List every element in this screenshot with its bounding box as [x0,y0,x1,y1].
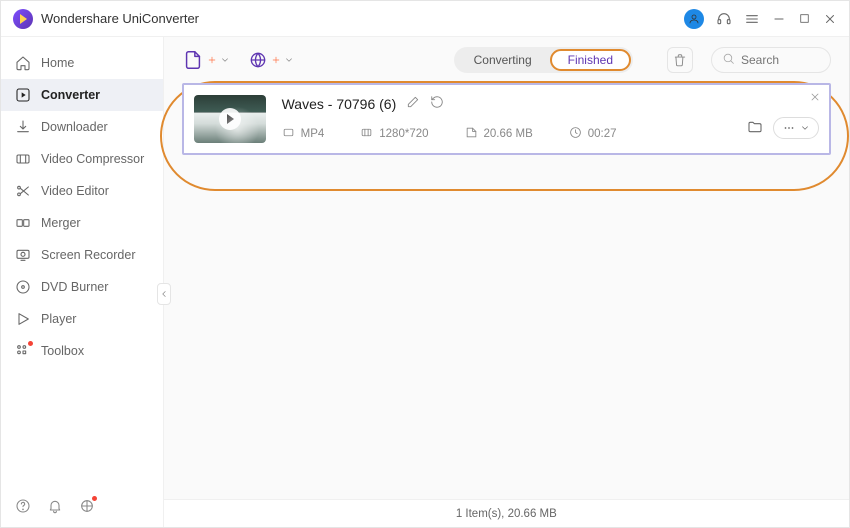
file-size: 20.66 MB [484,128,533,140]
sidebar-item-label: Player [41,312,76,326]
plus-badge-icon [207,53,217,68]
sidebar-item-converter[interactable]: Converter [1,79,163,111]
scissors-icon [15,183,31,199]
app-title: Wondershare UniConverter [41,11,199,26]
merger-icon [15,215,31,231]
converter-icon [15,87,31,103]
resolution-icon [360,126,373,142]
file-card[interactable]: Waves - 70796 (6) MP4 1280*720 20.66 MB … [182,83,831,155]
edit-icon[interactable] [406,95,420,112]
sidebar-item-dvd-burner[interactable]: DVD Burner [1,271,163,303]
sidebar-item-label: Screen Recorder [41,248,136,262]
chevron-down-icon [800,123,810,133]
close-button[interactable] [823,12,837,26]
clock-icon [569,126,582,142]
minimize-button[interactable] [772,12,786,26]
status-text: 1 Item(s), 20.66 MB [456,508,557,520]
tab-finished[interactable]: Finished [550,49,631,71]
titlebar: Wondershare UniConverter [1,1,849,37]
sidebar: Home Converter Downloader Video Compress… [1,37,164,527]
clear-list-button[interactable] [667,47,693,73]
gift-icon[interactable] [79,498,95,517]
add-url-button[interactable] [248,50,294,70]
size-icon [465,126,478,142]
recorder-icon [15,247,31,263]
file-resolution: 1280*720 [379,128,428,140]
dvd-icon [15,279,31,295]
toolbar: Converting Finished [164,37,849,83]
search-icon [722,52,735,68]
hamburger-icon[interactable] [744,11,760,27]
sidebar-item-downloader[interactable]: Downloader [1,111,163,143]
sidebar-item-label: Converter [41,88,100,102]
status-bar: 1 Item(s), 20.66 MB [164,499,849,527]
sidebar-item-video-editor[interactable]: Video Editor [1,175,163,207]
play-icon [219,108,241,130]
plus-badge-icon [271,53,281,68]
sidebar-item-player[interactable]: Player [1,303,163,335]
content-area: Waves - 70796 (6) MP4 1280*720 20.66 MB … [164,83,849,499]
open-folder-button[interactable] [747,119,763,138]
refresh-icon[interactable] [430,95,444,112]
sidebar-item-label: Downloader [41,120,108,134]
sidebar-item-screen-recorder[interactable]: Screen Recorder [1,239,163,271]
sidebar-item-video-compressor[interactable]: Video Compressor [1,143,163,175]
sidebar-item-label: Video Compressor [41,152,144,166]
sidebar-item-label: DVD Burner [41,280,108,294]
home-icon [15,55,31,71]
chevron-down-icon [220,53,230,68]
search-input[interactable] [741,53,820,67]
download-icon [15,119,31,135]
file-name: Waves - 70796 (6) [282,96,397,112]
sidebar-item-home[interactable]: Home [1,47,163,79]
more-actions-button[interactable] [773,117,819,139]
file-format: MP4 [301,128,325,140]
app-logo [13,9,33,29]
file-meta: MP4 1280*720 20.66 MB 00:27 [282,126,819,142]
toolbox-icon [15,343,31,359]
maximize-button[interactable] [798,12,811,25]
chevron-down-icon [284,53,294,68]
video-thumbnail[interactable] [194,95,266,143]
add-file-button[interactable] [182,49,230,71]
sidebar-item-merger[interactable]: Merger [1,207,163,239]
main-panel: Converting Finished [164,37,849,527]
sidebar-item-label: Home [41,56,74,70]
headset-icon[interactable] [716,11,732,27]
sidebar-item-toolbox[interactable]: Toolbox [1,335,163,367]
avatar[interactable] [684,9,704,29]
sidebar-item-label: Merger [41,216,81,230]
remove-item-button[interactable] [809,91,821,106]
sidebar-item-label: Toolbox [41,344,84,358]
bell-icon[interactable] [47,498,63,517]
compressor-icon [15,151,31,167]
player-icon [15,311,31,327]
format-icon [282,126,295,142]
help-icon[interactable] [15,498,31,517]
tab-converting[interactable]: Converting [456,49,550,71]
app-window: Wondershare UniConverter [0,0,850,528]
file-duration: 00:27 [588,128,617,140]
search-box[interactable] [711,47,831,73]
sidebar-item-label: Video Editor [41,184,109,198]
tab-segment: Converting Finished [454,47,633,73]
